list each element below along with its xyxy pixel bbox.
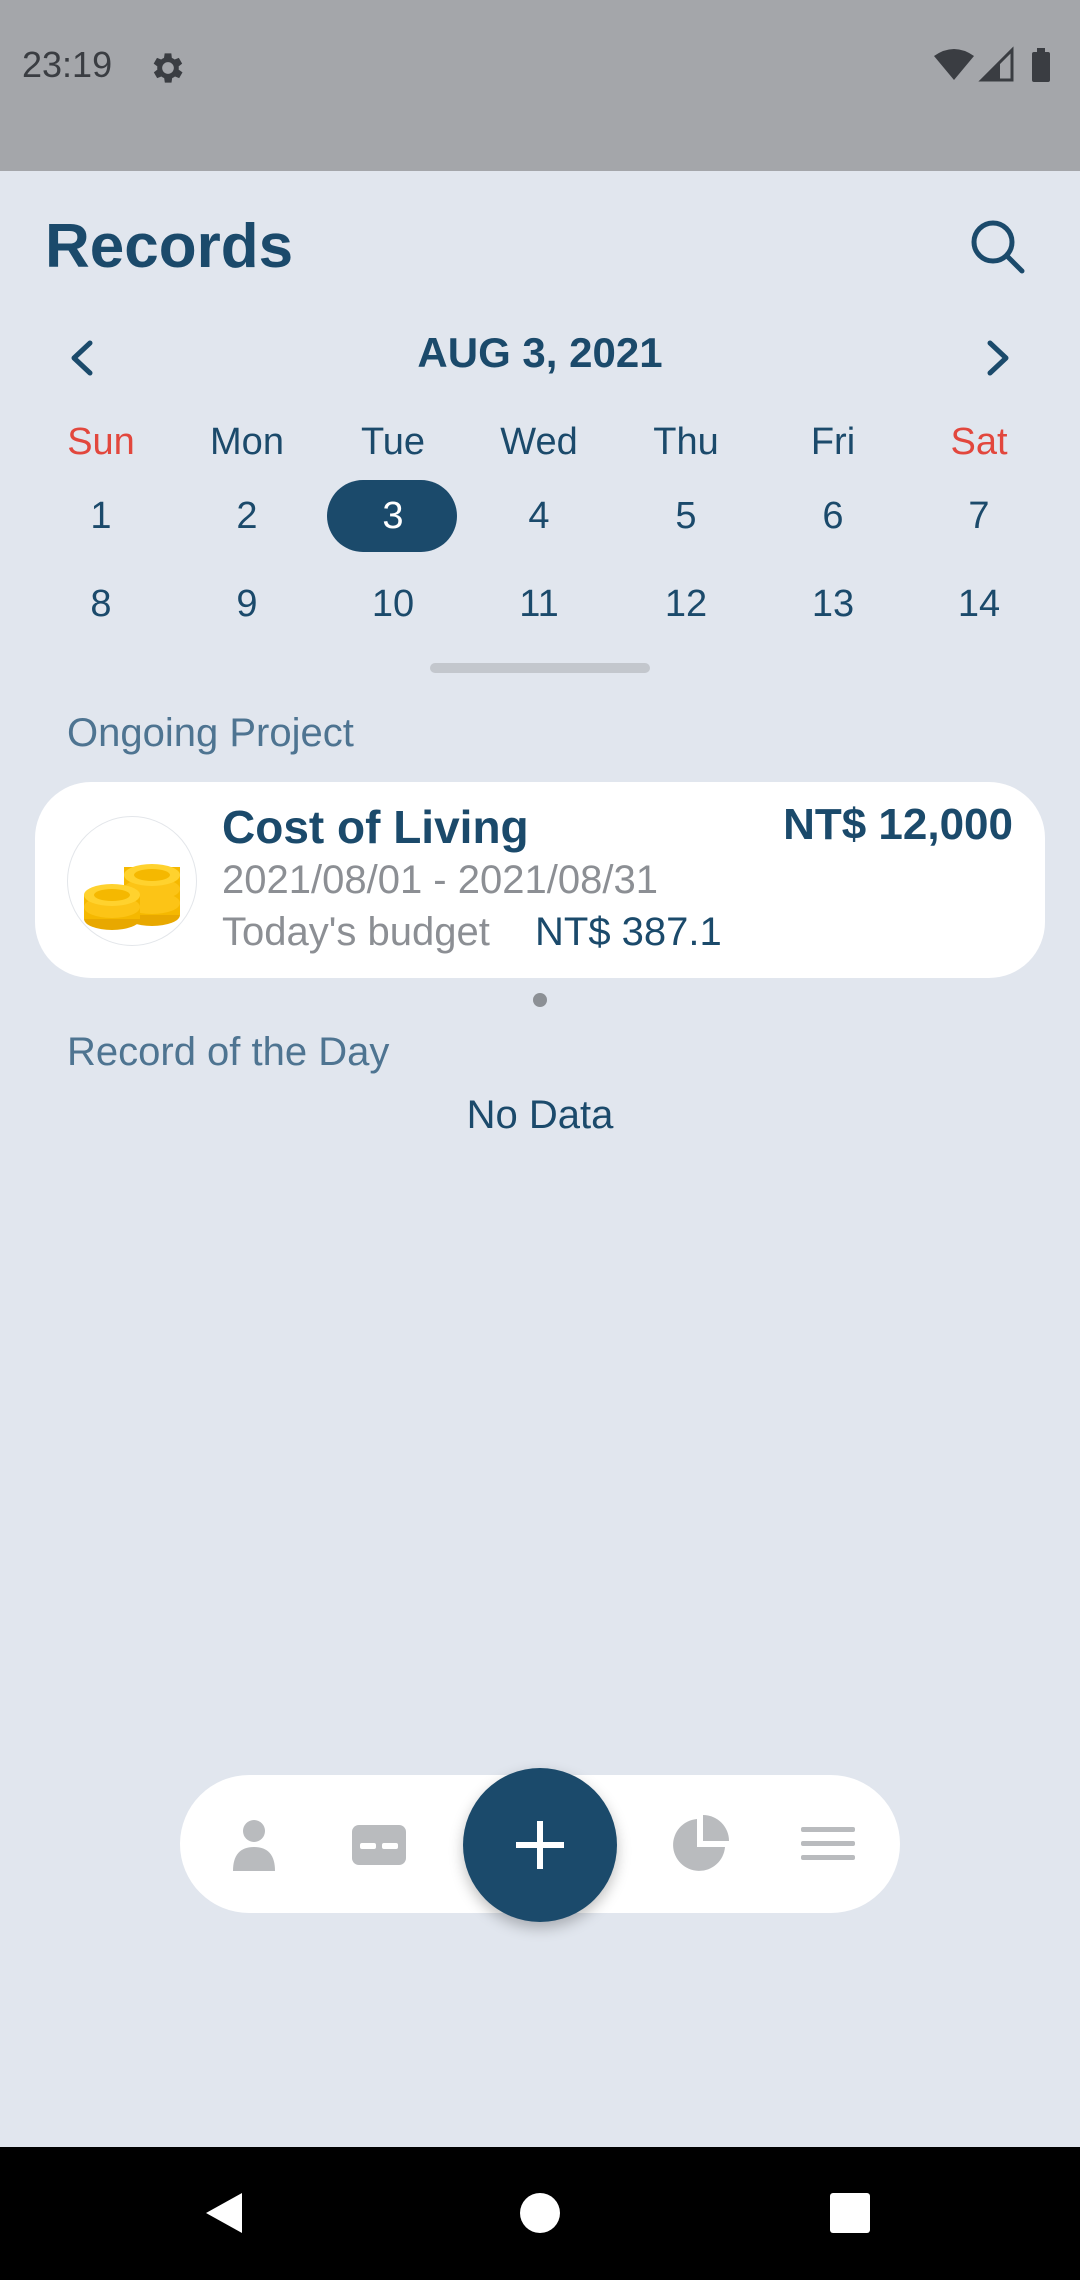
weekday-sun: Sun — [67, 421, 135, 463]
list-icon[interactable] — [797, 1813, 859, 1875]
add-record-button[interactable] — [463, 1768, 617, 1922]
recents-icon[interactable] — [826, 2189, 874, 2237]
weekday-fri: Fri — [810, 421, 856, 463]
ongoing-project-label: Ongoing Project — [67, 711, 354, 755]
calendar-day[interactable]: 11 — [466, 568, 612, 640]
weekday-sat: Sat — [950, 421, 1008, 463]
person-icon[interactable] — [223, 1813, 285, 1875]
home-icon[interactable] — [516, 2189, 564, 2237]
page-title: Records — [45, 212, 294, 281]
project-name: Cost of Living — [222, 801, 529, 853]
project-card[interactable]: Cost of Living NT$ 12,000 2021/08/01 - 2… — [35, 782, 1045, 978]
weekday-mon: Mon — [210, 421, 284, 463]
wifi-icon — [934, 49, 974, 80]
calendar-day[interactable]: 7 — [906, 480, 1052, 552]
month-label: AUG 3, 2021 — [417, 329, 663, 376]
back-icon[interactable] — [200, 2189, 248, 2237]
calendar-day[interactable]: 9 — [174, 568, 320, 640]
status-time: 23:19 — [22, 44, 113, 85]
project-amount: NT$ 12,000 — [783, 800, 1013, 849]
calendar-day[interactable]: 8 — [28, 568, 174, 640]
status-bar: 23:19 — [0, 0, 1080, 171]
calendar-day[interactable]: 1 — [28, 480, 174, 552]
project-date-range: 2021/08/01 - 2021/08/31 — [222, 858, 658, 902]
calendar-day[interactable]: 4 — [466, 480, 612, 552]
plus-icon — [516, 1821, 564, 1869]
calendar-drag-handle[interactable] — [430, 663, 650, 673]
page-indicator-dot — [533, 993, 547, 1007]
weekday-wed: Wed — [500, 421, 578, 463]
battery-icon — [1032, 48, 1050, 82]
coins-icon — [67, 816, 197, 946]
gear-icon — [153, 53, 183, 83]
no-data-text: No Data — [466, 1093, 614, 1137]
signal-icon — [978, 46, 1014, 82]
budget-label: Today's budget — [222, 910, 490, 954]
pie-chart-icon[interactable] — [669, 1813, 731, 1875]
calendar-day-selected[interactable]: 3 — [320, 480, 466, 552]
system-nav-bar — [0, 2147, 1080, 2280]
budget-value: NT$ 387.1 — [535, 910, 722, 954]
chevron-right-icon[interactable] — [970, 331, 1024, 385]
weekday-tue: Tue — [360, 421, 426, 463]
calendar-day[interactable]: 6 — [760, 480, 906, 552]
calendar-day[interactable]: 12 — [613, 568, 759, 640]
calendar-day[interactable]: 5 — [613, 480, 759, 552]
coin-stack-front — [84, 884, 140, 930]
card-icon[interactable] — [348, 1813, 410, 1875]
status-icons — [934, 46, 1050, 82]
chevron-left-icon[interactable] — [56, 331, 110, 385]
calendar-day[interactable]: 13 — [760, 568, 906, 640]
record-of-day-label: Record of the Day — [67, 1030, 390, 1074]
search-icon[interactable] — [966, 215, 1030, 279]
calendar-day[interactable]: 14 — [906, 568, 1052, 640]
calendar-day[interactable]: 10 — [320, 568, 466, 640]
weekday-thu: Thu — [653, 421, 719, 463]
calendar-day[interactable]: 2 — [174, 480, 320, 552]
